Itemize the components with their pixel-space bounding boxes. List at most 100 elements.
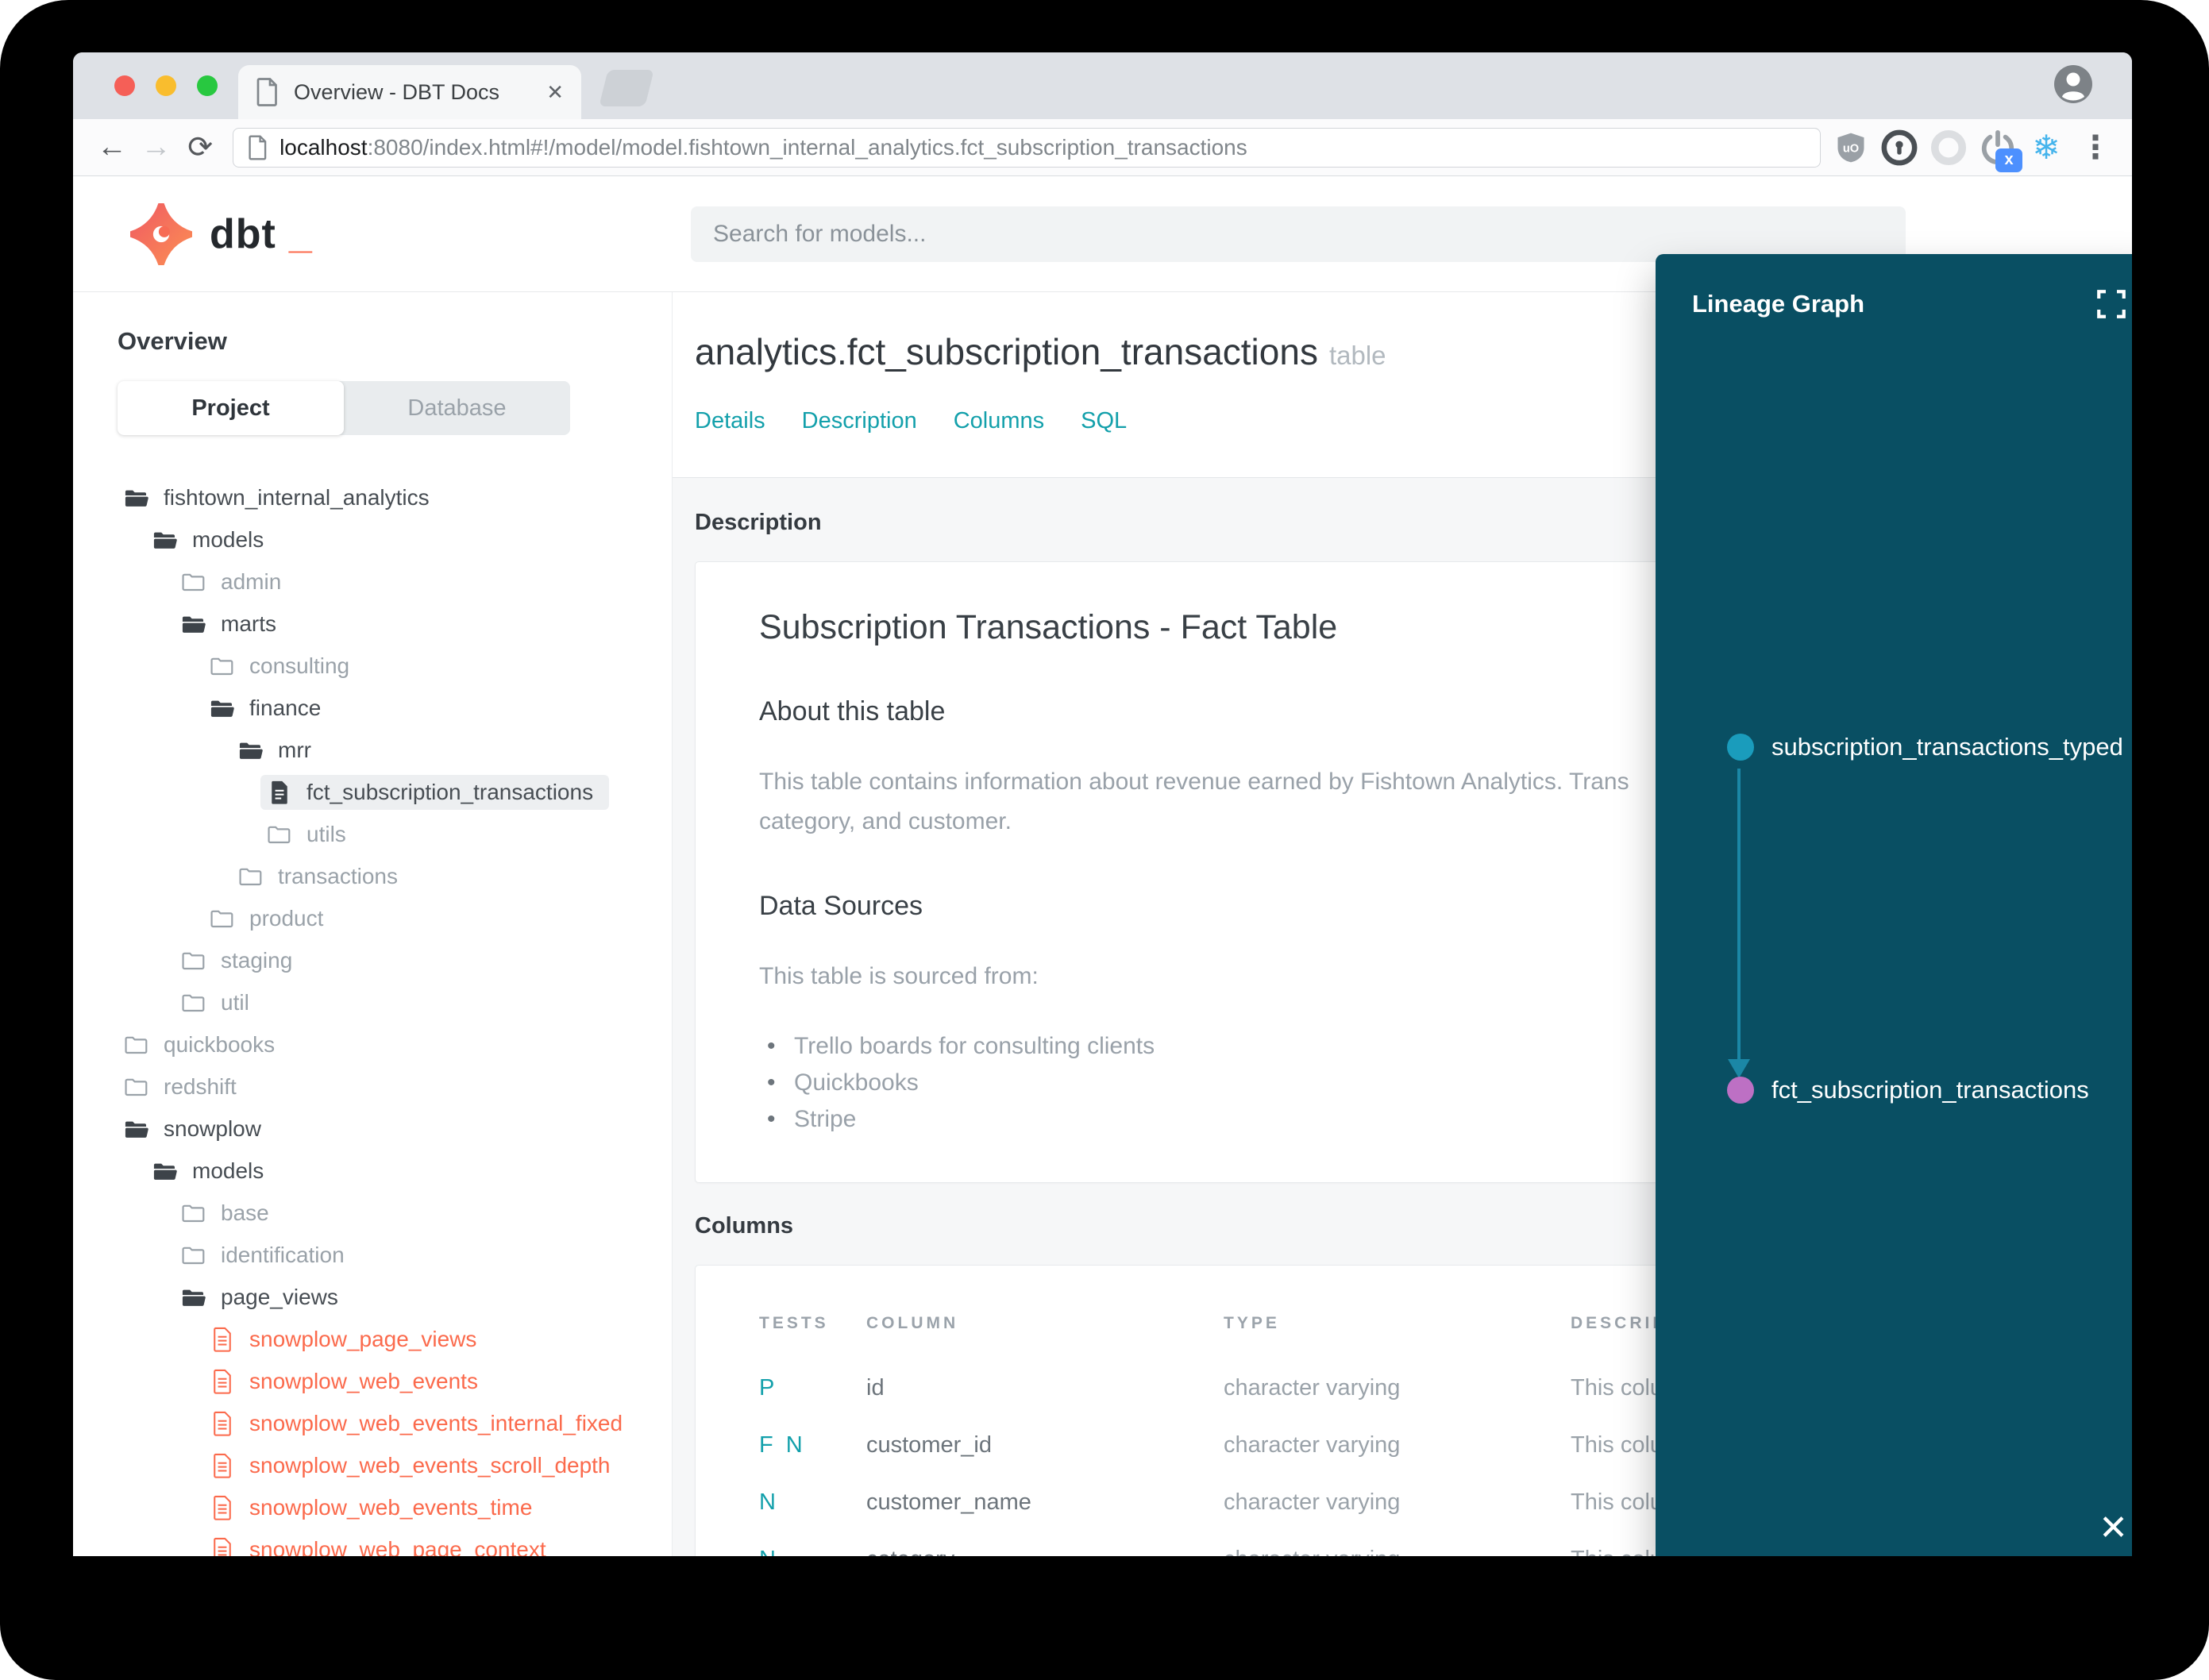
folder-open-icon [238,738,264,763]
back-icon[interactable]: ← [94,130,130,164]
browser-tab[interactable]: Overview - DBT Docs ✕ [238,65,581,119]
tree-item-transactions[interactable]: transactions [118,855,672,897]
tree-item-util[interactable]: util [118,981,672,1023]
dbt-logo[interactable]: dbt _ [130,202,312,265]
power-extension-icon[interactable]: x [1980,128,2023,172]
folder-open-icon [210,696,235,721]
lineage-close-icon[interactable]: ✕ [2099,1511,2128,1546]
zoom-window-button[interactable] [197,75,218,96]
tree-item-models[interactable]: models [118,518,672,561]
url-page-icon [249,135,267,160]
tree-item-snowplow[interactable]: snowplow [118,1108,672,1150]
file-icon [267,780,292,805]
test-badge-P: P [759,1374,775,1401]
tree-item-inner: snowplow_web_events [203,1364,494,1399]
model-nav-columns[interactable]: Columns [954,408,1044,434]
node-dot-purple [1727,1077,1754,1104]
browser-toolbar: ← → ⟳ localhost:8080/index.html#!/model/… [73,119,2132,176]
tab-close-icon[interactable]: ✕ [546,80,564,105]
tree-item-snowplow_page_views[interactable]: snowplow_page_views [118,1318,672,1360]
snowflake-extension-icon[interactable]: ❄ [2029,128,2064,168]
svg-text:uO: uO [1843,142,1859,155]
tree-item-identification[interactable]: identification [118,1234,672,1276]
logo-cursor: _ [288,210,312,257]
tree-item-inner: fct_subscription_transactions [260,774,610,810]
lineage-node-current[interactable]: fct_subscription_transactions [1727,1076,2089,1104]
tree-item-fishtown_internal_analytics[interactable]: fishtown_internal_analytics [118,476,672,518]
tree-item-admin[interactable]: admin [118,561,672,603]
tree-item-snowplow_web_events_internal_fixed[interactable]: snowplow_web_events_internal_fixed [118,1402,672,1444]
tree-item-snowplow_web_events_scroll_depth[interactable]: snowplow_web_events_scroll_depth [118,1444,672,1486]
tree-item-page_views[interactable]: page_views [118,1276,672,1318]
tree-item-finance[interactable]: finance [118,687,672,729]
node-dot-teal [1727,734,1754,761]
tree-item-marts[interactable]: marts [118,603,672,645]
browser-profile-avatar[interactable] [2053,64,2094,105]
tests-cell: FN [759,1432,866,1458]
lineage-panel: Lineage Graph subscription_transactions_… [1656,254,2132,1556]
browser-tabstrip: Overview - DBT Docs ✕ [73,52,2132,119]
browser-menu-icon[interactable]: ⋮ [2080,129,2111,166]
tree-item-label: snowplow_page_views [249,1326,477,1351]
tree-item-mrr[interactable]: mrr [118,729,672,771]
folder-closed-icon [181,569,206,595]
folder-closed-icon [181,990,206,1015]
tree-item-product[interactable]: product [118,897,672,939]
folder-closed-icon [181,948,206,973]
folder-open-icon [124,485,149,511]
tree-item-quickbooks[interactable]: quickbooks [118,1023,672,1065]
tree-item-inner: snowplow_page_views [203,1322,492,1357]
tree-item-inner: redshift [118,1069,253,1104]
tree-item-consulting[interactable]: consulting [118,645,672,687]
column-name-cell: category [866,1547,1224,1557]
onetab-extension-icon[interactable] [1930,128,1967,168]
refresh-icon[interactable]: ⟳ [182,129,218,165]
tree-item-models[interactable]: models [118,1150,672,1192]
source-toggle: Project Database [118,381,570,435]
tree-item-staging[interactable]: staging [118,939,672,981]
test-badge-N: N [759,1489,776,1515]
expand-icon[interactable] [2095,287,2128,321]
sidebar: Overview Project Database fishtown_inter… [73,292,673,1556]
tree-item-utils[interactable]: utils [118,813,672,855]
lineage-node-upstream[interactable]: subscription_transactions_typed [1727,733,2123,761]
onepassword-extension-icon[interactable] [1881,128,1918,168]
tree-item-label: consulting [249,653,350,678]
tree-item-base[interactable]: base [118,1192,672,1234]
tab-title: Overview - DBT Docs [294,79,500,104]
folder-open-icon [124,1116,149,1142]
dbt-logo-icon [130,202,192,265]
tree-item-snowplow_web_events[interactable]: snowplow_web_events [118,1360,672,1402]
tree-item-fct_subscription_transactions[interactable]: fct_subscription_transactions [118,771,672,813]
model-nav-details[interactable]: Details [695,408,765,434]
folder-closed-icon [124,1074,149,1100]
tree-item-redshift[interactable]: redshift [118,1065,672,1108]
tree-item-inner: util [175,985,265,1020]
folder-open-icon [181,1285,206,1310]
tree-item-label: models [192,1158,264,1183]
lineage-edge [1737,769,1741,1064]
tab-database[interactable]: Database [344,381,570,435]
folder-closed-icon [267,822,292,847]
folder-closed-icon [181,1200,206,1226]
tree-item-label: staging [221,947,293,973]
column-name-cell: id [866,1374,885,1401]
sidebar-overview-title: Overview [118,327,227,355]
minimize-window-button[interactable] [156,75,176,96]
column-type-cell: character varying [1224,1431,1401,1458]
ublock-extension-icon[interactable]: uO [1833,128,1868,168]
model-nav-description[interactable]: Description [802,408,917,434]
folder-open-icon [181,611,206,637]
tree-item-inner: models [146,522,279,557]
model-nav-sql[interactable]: SQL [1081,408,1127,434]
file-error-icon [210,1369,235,1394]
new-tab-button[interactable] [599,70,654,106]
lineage-title: Lineage Graph [1692,290,1865,318]
tab-project[interactable]: Project [118,381,344,435]
url-bar[interactable]: localhost:8080/index.html#!/model/model.… [233,127,1822,168]
tree-item-snowplow_web_events_time[interactable]: snowplow_web_events_time [118,1486,672,1528]
tree-item-snowplow_web_page_context[interactable]: snowplow_web_page_context [118,1528,672,1556]
tree-item-label: finance [249,695,322,720]
close-window-button[interactable] [114,75,135,96]
tests-cell: P [759,1375,866,1401]
